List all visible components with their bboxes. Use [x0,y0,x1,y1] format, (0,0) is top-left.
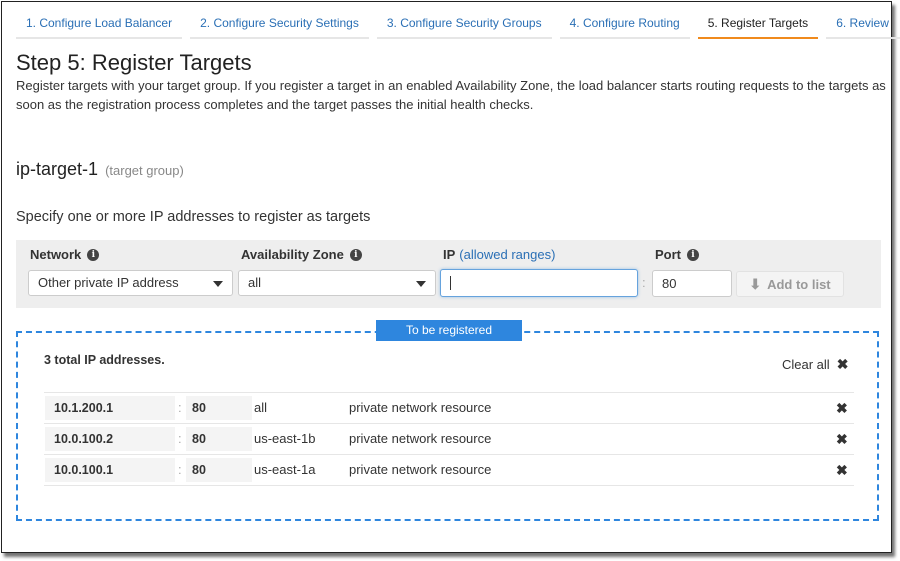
target-ip: 10.0.100.2 [45,427,175,451]
tab-review[interactable]: 6. Review [826,10,900,39]
specify-instructions: Specify one or more IP addresses to regi… [16,209,371,225]
port-input[interactable]: 80 [652,270,732,297]
az-label: Availability Zone i [241,247,362,262]
total-ip-count: 3 total IP addresses. [44,353,165,367]
ip-input[interactable] [440,269,638,297]
ip-label-text: IP [443,247,456,262]
target-ip: 10.0.100.1 [45,458,175,482]
target-description: private network resource [349,400,492,415]
target-port: 80 [186,427,252,451]
target-group-heading: ip-target-1 (target group) [16,159,184,180]
to-be-registered-badge: To be registered [376,320,522,341]
network-select[interactable]: Other private IP address [28,270,233,296]
chevron-down-icon [213,281,223,287]
availability-zone-select[interactable]: all [238,270,436,296]
port-separator: : [178,400,182,415]
tab-configure-routing[interactable]: 4. Configure Routing [559,10,690,39]
target-group-suffix: (target group) [105,163,184,178]
port-separator: : [178,431,182,446]
tab-configure-security-groups[interactable]: 3. Configure Security Groups [376,10,552,39]
table-row: 10.0.100.1 : 80 us-east-1a private netwo… [44,454,854,486]
target-az: us-east-1a [254,462,316,477]
tab-configure-security-settings[interactable]: 2. Configure Security Settings [190,10,369,39]
remove-icon[interactable]: ✖ [836,427,848,451]
info-icon[interactable]: i [687,248,699,261]
page-title: Step 5: Register Targets [16,50,252,75]
page-description: Register targets with your target group.… [16,78,886,112]
close-icon: ✖ [836,356,849,372]
add-target-form: Network i Availability Zone i IP (allowe… [16,240,881,308]
target-az: us-east-1b [254,431,316,446]
ip-label: IP (allowed ranges) [443,247,555,262]
port-separator: : [178,462,182,477]
registered-targets-table: 10.1.200.1 : 80 all private network reso… [44,392,854,486]
network-select-value: Other private IP address [38,275,179,290]
chevron-down-icon [416,281,426,287]
target-port: 80 [186,458,252,482]
remove-icon[interactable]: ✖ [836,396,848,420]
tab-configure-load-balancer[interactable]: 1. Configure Load Balancer [16,10,183,39]
port-label-text: Port [655,247,681,262]
info-icon[interactable]: i [87,248,100,261]
target-description: private network resource [349,462,492,477]
arrow-down-icon: ⬇ [749,275,762,292]
port-label: Port i [655,247,699,262]
tab-register-targets[interactable]: 5. Register Targets [697,10,819,39]
add-to-list-label: Add to list [767,276,831,292]
info-icon[interactable]: i [349,248,362,261]
table-row: 10.0.100.2 : 80 us-east-1b private netwo… [44,423,854,454]
clear-all-label: Clear all [782,357,830,372]
window-frame: 1. Configure Load Balancer 2. Configure … [1,1,900,553]
table-row: 10.1.200.1 : 80 all private network reso… [44,392,854,423]
network-label-text: Network [30,247,82,262]
port-separator: : [642,275,646,290]
add-to-list-button[interactable]: ⬇ Add to list [736,271,844,297]
az-label-text: Availability Zone [241,247,344,262]
wizard-tabs: 1. Configure Load Balancer 2. Configure … [16,10,900,39]
allowed-ranges-link[interactable]: (allowed ranges) [459,247,555,262]
target-description: private network resource [349,431,492,446]
text-cursor [450,276,451,290]
network-label: Network i [30,247,100,262]
target-port: 80 [186,396,252,420]
az-select-value: all [248,275,262,290]
target-group-name: ip-target-1 [16,159,99,179]
clear-all-button[interactable]: Clear all ✖ [782,356,848,373]
target-ip: 10.1.200.1 [45,396,175,420]
target-az: all [254,400,268,415]
remove-icon[interactable]: ✖ [836,458,848,482]
